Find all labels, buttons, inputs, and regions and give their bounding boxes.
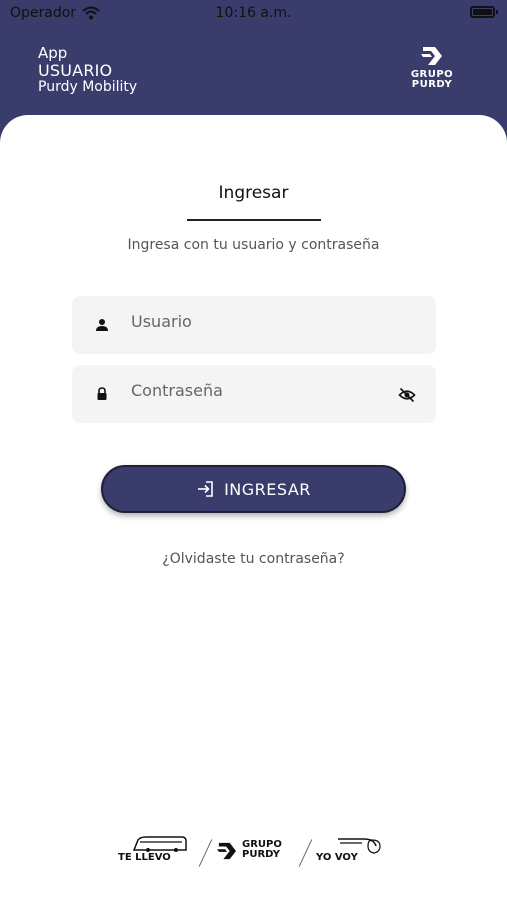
- app-header-text: App USUARIO Purdy Mobility: [38, 45, 137, 96]
- status-bar: Operador 10:16 a.m.: [0, 0, 507, 28]
- yo-voy-logo: YO VOY: [316, 852, 358, 863]
- username-field[interactable]: Usuario: [72, 296, 436, 354]
- footer-brand-line2: PURDY: [242, 849, 280, 860]
- company-label: Purdy Mobility: [38, 79, 138, 95]
- footer-divider: [298, 839, 313, 867]
- login-button-label: INGRESAR: [224, 479, 311, 499]
- page-title: Ingresar: [218, 183, 289, 203]
- user-label: USUARIO: [38, 61, 113, 80]
- brand-line2: PURDY: [411, 79, 453, 90]
- status-time: 10:16 a.m.: [215, 5, 292, 21]
- page-subtitle: Ingresa con tu usuario y contraseña: [127, 237, 380, 253]
- footer-divider: [198, 839, 213, 867]
- password-field[interactable]: Contraseña: [72, 365, 436, 423]
- battery-icon: [470, 6, 498, 18]
- battery-indicator: [470, 6, 498, 18]
- login-icon: [198, 481, 213, 497]
- lock-icon: [97, 387, 107, 400]
- login-button[interactable]: INGRESAR: [101, 465, 406, 513]
- grupo-purdy-footer-logo: GRUPO PURDY: [242, 840, 282, 860]
- user-icon: [96, 319, 108, 331]
- forgot-password-link[interactable]: ¿Olvidaste tu contraseña?: [0, 551, 507, 567]
- brand-wordmark: GRUPO PURDY: [409, 70, 455, 90]
- te-llevo-logo: TE LLEVO: [118, 852, 171, 863]
- purdy-arrow-icon: [421, 47, 442, 65]
- grupo-purdy-logo: GRUPO PURDY: [409, 46, 455, 90]
- password-placeholder: Contraseña: [131, 381, 223, 400]
- footer-logos: TE LLEVO GRUPO PURDY YO VOY: [118, 830, 388, 870]
- app-label: App: [38, 44, 68, 62]
- bus-icon: [132, 836, 187, 852]
- visibility-off-icon[interactable]: [398, 386, 416, 404]
- username-placeholder: Usuario: [131, 312, 192, 331]
- purdy-footer-arrow-icon: [217, 842, 236, 860]
- title-underline: [187, 219, 321, 221]
